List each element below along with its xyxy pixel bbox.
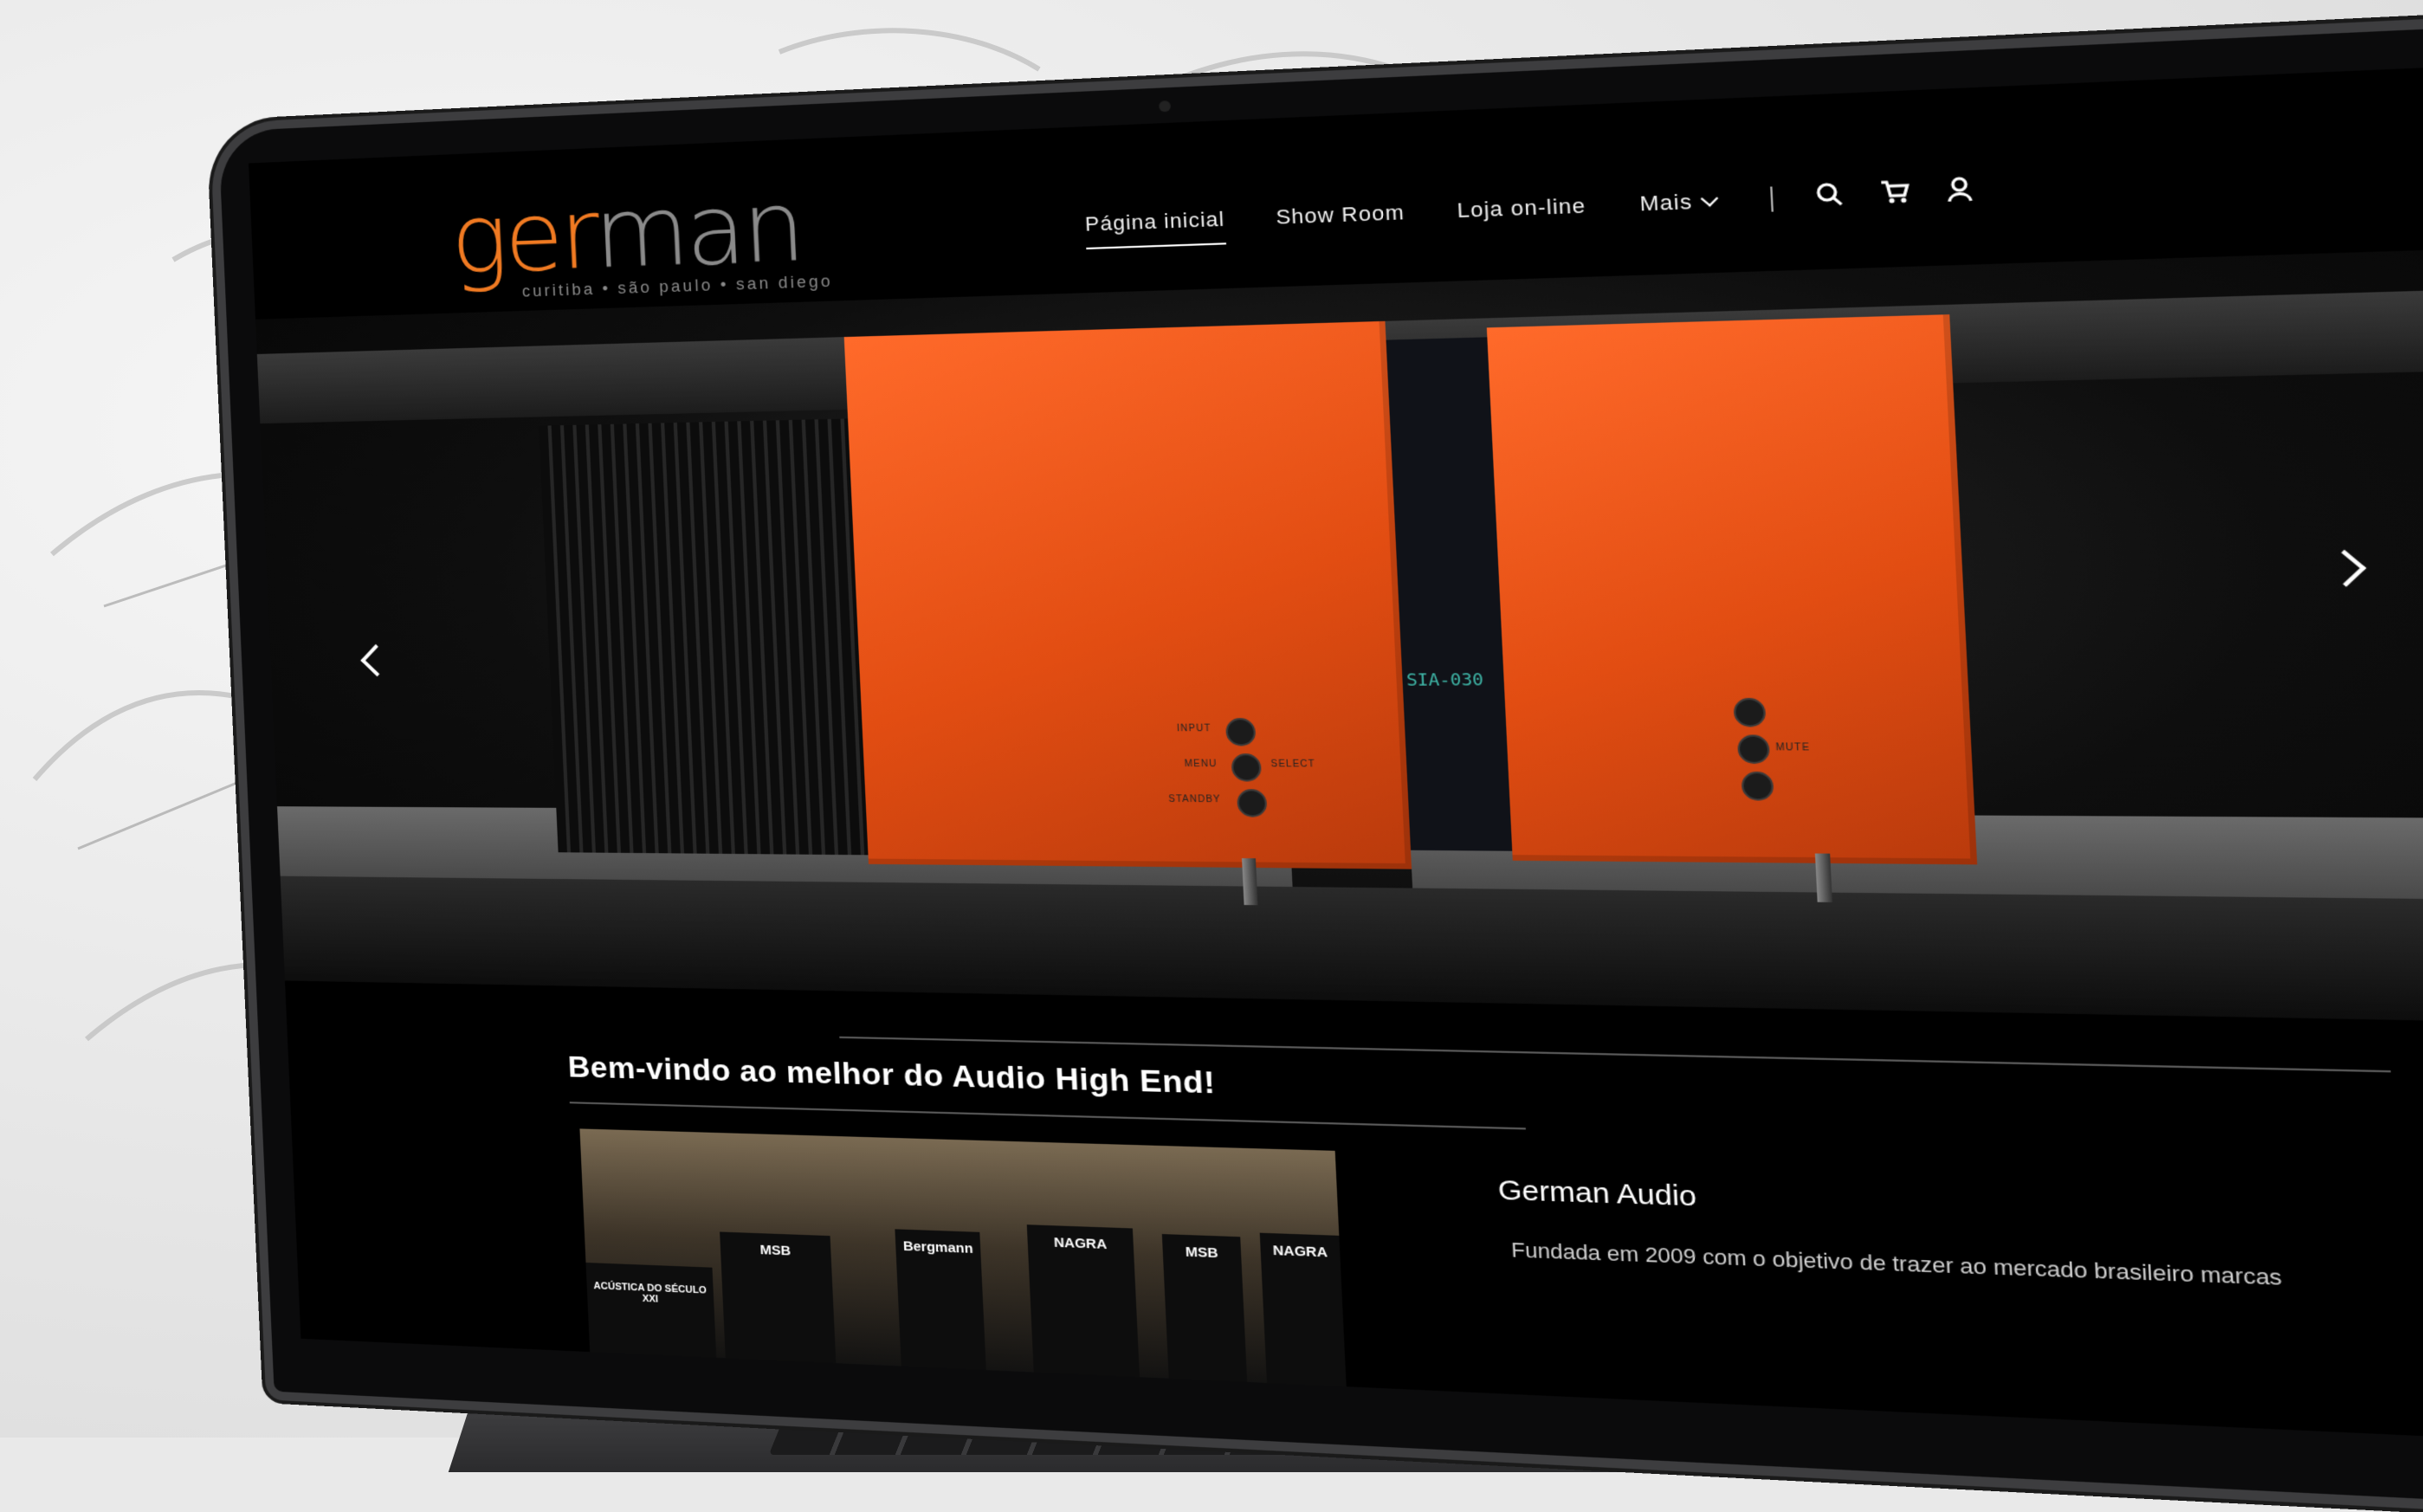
- amp-left-heatsink: [539, 418, 869, 856]
- nav-divider: [1769, 185, 1774, 212]
- user-icon[interactable]: [1946, 176, 1974, 207]
- hero-slider[interactable]: INPUT MENU STANDBY SELECT SIA-030 MUTE: [255, 245, 2423, 1024]
- main-nav: Página inicial Show Room Loja on-line Ma…: [1084, 175, 2011, 251]
- logo[interactable]: german curitiba • são paulo • san diego: [449, 171, 833, 303]
- showroom-panel-nagra: NAGRA: [1026, 1224, 1141, 1396]
- showroom-panel-bergmann: Bergmann: [895, 1229, 987, 1389]
- amp-left-knob-1: [1224, 718, 1257, 746]
- amp-left-leg: [1242, 858, 1258, 906]
- nav-item-pagina-inicial[interactable]: Página inicial: [1084, 207, 1225, 249]
- concrete-stand-shadow: [280, 876, 2423, 1024]
- amp-left-front-panel: INPUT MENU STANDBY SELECT: [843, 320, 1412, 869]
- nav-item-mais[interactable]: Mais: [1638, 188, 1718, 229]
- showroom-panel-msb-2: MSB: [1161, 1234, 1249, 1397]
- about-title: German Audio: [1497, 1174, 1698, 1213]
- showroom-panel-msb: MSB: [720, 1231, 837, 1382]
- search-icon[interactable]: [1814, 181, 1844, 212]
- nav-item-loja-online[interactable]: Loja on-line: [1457, 193, 1587, 236]
- showroom-caption: ACÚSTICA DO SÉCULO XXI: [585, 1262, 718, 1386]
- amp-left-knob-3: [1236, 789, 1268, 817]
- amp-right-knob-1: [1733, 697, 1767, 727]
- camera: [1159, 100, 1172, 113]
- nav-item-mais-label: Mais: [1638, 189, 1694, 216]
- amp-label-menu: MENU: [1184, 759, 1218, 770]
- chevron-right-icon[interactable]: [2323, 549, 2367, 587]
- amp-right-leg: [1814, 853, 1832, 902]
- welcome-heading: Bem-vindo ao melhor do Audio High End!: [567, 1050, 1217, 1101]
- amp-label-input: INPUT: [1176, 723, 1212, 734]
- showroom-panel-nagra-2: NAGRA: [1259, 1232, 1347, 1397]
- website-screen: german curitiba • são paulo • san diego …: [248, 61, 2423, 1445]
- chevron-left-icon[interactable]: [360, 643, 393, 677]
- amp-right-front-panel: MUTE: [1486, 314, 1978, 865]
- amp-display-model: SIA-030: [1405, 669, 1484, 691]
- logo-part-man: man: [591, 171, 804, 291]
- amp-label-mute: MUTE: [1775, 742, 1811, 753]
- about-text: Fundada em 2009 com o objetivo de trazer…: [1510, 1237, 2283, 1290]
- amp-left-knob-2: [1231, 753, 1263, 782]
- welcome-divider-bottom: [569, 1102, 1526, 1130]
- chevron-down-icon: [1700, 190, 1718, 207]
- logo-part-ger: ger: [448, 179, 598, 296]
- showroom-image[interactable]: MSB Bergmann NAGRA MSB NAGRA ACÚSTICA DO…: [579, 1128, 1347, 1397]
- laptop-screen-frame: german curitiba • são paulo • san diego …: [218, 21, 2423, 1512]
- logo-wordmark: german: [449, 171, 832, 295]
- cart-icon[interactable]: [1878, 178, 1910, 210]
- nav-item-show-room[interactable]: Show Room: [1276, 200, 1406, 242]
- amp-label-select: SELECT: [1270, 759, 1316, 770]
- amp-label-standby: STANDBY: [1168, 794, 1222, 805]
- amp-right-knob-2: [1736, 734, 1771, 765]
- amp-right-knob-3: [1741, 771, 1774, 801]
